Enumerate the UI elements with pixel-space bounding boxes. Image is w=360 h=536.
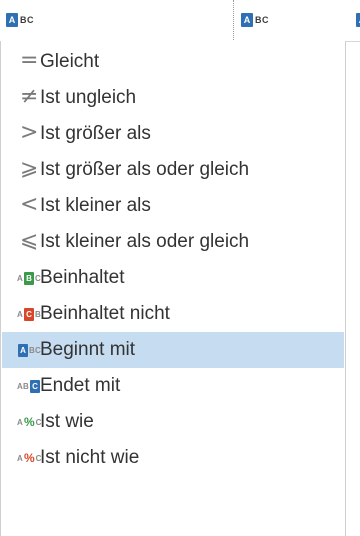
menu-item-label: Beginnt mit <box>40 339 136 360</box>
menu-item-label: Endet mit <box>40 375 121 396</box>
abc-type-icon[interactable]: A BC <box>241 12 269 28</box>
menu-item-label: Ist kleiner als oder gleich <box>40 231 250 252</box>
menu-item-beinhaltet[interactable]: A B C Beinhaltet <box>2 260 344 296</box>
menu-item-ist-groesser-als[interactable]: > Ist größer als <box>2 116 344 152</box>
menu-item-label: Ist wie <box>40 411 94 432</box>
menu-item-beginnt-mit[interactable]: A BC Beginnt mit <box>2 332 344 368</box>
menu-item-ist-ungleich[interactable]: ≠ Ist ungleich <box>2 80 344 116</box>
column-header-2[interactable]: A BC <box>234 0 354 40</box>
not-equal-icon: ≠ <box>20 84 39 109</box>
menu-item-label: Beinhaltet nicht <box>40 303 170 324</box>
equals-icon: = <box>20 48 39 73</box>
menu-item-label: Ist ungleich <box>40 87 137 108</box>
column-header-bar: A BC A BC A <box>0 0 360 42</box>
menu-item-label: Beinhaltet <box>40 267 125 288</box>
menu-item-label: Ist nicht wie <box>40 447 140 468</box>
menu-item-ist-kleiner-als-oder-gleich[interactable]: ⩽ Ist kleiner als oder gleich <box>2 224 344 260</box>
menu-item-ist-wie[interactable]: A % C Ist wie <box>2 404 344 440</box>
menu-item-ist-kleiner-als[interactable]: < Ist kleiner als <box>2 188 344 224</box>
menu-item-label: Ist größer als oder gleich <box>40 159 250 180</box>
greater-or-equal-icon: ⩾ <box>20 156 39 181</box>
menu-item-ist-nicht-wie[interactable]: A % C Ist nicht wie <box>2 440 344 476</box>
does-not-contain-icon: A C B <box>17 307 41 321</box>
contains-icon: A B C <box>17 271 41 285</box>
less-than-icon: < <box>20 192 39 217</box>
menu-item-ist-groesser-als-oder-gleich[interactable]: ⩾ Ist größer als oder gleich <box>2 152 344 188</box>
abc-type-icon[interactable]: A BC <box>6 12 34 28</box>
greater-than-icon: > <box>20 120 39 145</box>
is-like-icon: A % C <box>17 415 42 429</box>
column-header-3[interactable]: A <box>354 0 360 40</box>
menu-item-beinhaltet-nicht[interactable]: A C B Beinhaltet nicht <box>2 296 344 332</box>
less-or-equal-icon: ⩽ <box>20 228 39 253</box>
begins-with-icon: A BC <box>17 343 41 357</box>
menu-item-endet-mit[interactable]: AB C Endet mit <box>2 368 344 404</box>
menu-item-gleicht[interactable]: = Gleicht <box>2 44 344 80</box>
menu-item-label: Gleicht <box>40 51 100 72</box>
ends-with-icon: AB C <box>17 379 41 393</box>
text-filter-dropdown-menu: = Gleicht ≠ Ist ungleich > Ist größer al… <box>0 41 346 536</box>
column-header-1[interactable]: A BC <box>0 0 234 40</box>
menu-item-label: Ist kleiner als <box>40 195 151 216</box>
is-not-like-icon: A % C <box>17 451 42 465</box>
menu-item-label: Ist größer als <box>40 123 151 144</box>
abc-type-icon[interactable]: A <box>356 12 360 28</box>
